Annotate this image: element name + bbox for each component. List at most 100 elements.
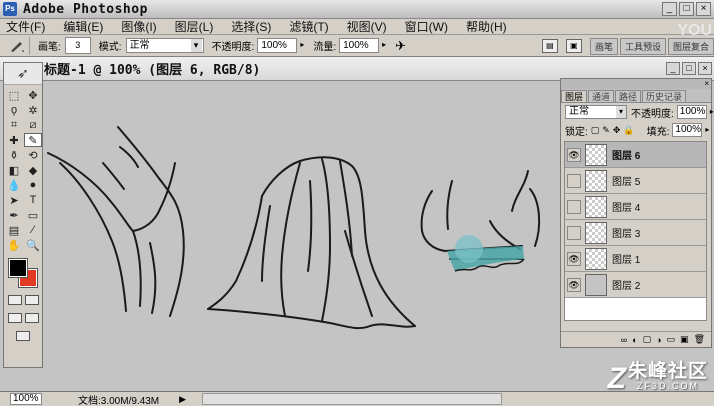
- opacity-field[interactable]: 100% ▸: [257, 38, 304, 53]
- watermark-text: 朱峰社区 ZF3D.COM: [627, 361, 708, 393]
- foreground-color-swatch[interactable]: [8, 258, 28, 278]
- file-browser-icon[interactable]: ▤: [541, 39, 558, 53]
- menu-view[interactable]: 视图(V): [347, 18, 387, 35]
- blur-icon[interactable]: 💧: [5, 178, 23, 192]
- menu-edit[interactable]: 编辑(E): [63, 18, 103, 35]
- menu-help[interactable]: 帮助(H): [466, 18, 507, 35]
- layer-name: 图层 3: [612, 229, 641, 240]
- well-tab-tool-presets[interactable]: 工具预设: [619, 37, 666, 55]
- watermark-name: 朱峰社区: [627, 361, 708, 382]
- quick-mask-icon[interactable]: [24, 295, 39, 305]
- layer-opacity-field[interactable]: 100% ▸: [676, 105, 714, 119]
- link-layers-icon[interactable]: ∞: [621, 335, 627, 345]
- stamp-icon[interactable]: ⚱: [5, 148, 23, 162]
- eye-hidden-icon[interactable]: [567, 225, 581, 240]
- lasso-icon[interactable]: ϙ: [5, 103, 23, 117]
- flow-slider-arrow-icon[interactable]: ▸: [379, 38, 389, 53]
- new-group-icon[interactable]: ▭: [667, 334, 676, 345]
- layer-row[interactable]: 图层 4: [565, 194, 706, 220]
- path-select-icon[interactable]: ➤: [5, 193, 23, 207]
- new-layer-icon[interactable]: ▣: [680, 334, 689, 345]
- notes-icon[interactable]: ▤: [5, 223, 23, 237]
- trash-icon[interactable]: 🗑: [694, 334, 705, 345]
- menu-window[interactable]: 窗口(W): [405, 18, 448, 35]
- eye-icon[interactable]: 👁: [567, 277, 581, 292]
- screen-mode-buttons: [4, 309, 42, 327]
- marquee-icon[interactable]: ⬚: [5, 88, 23, 102]
- jump-to-imageready-icon[interactable]: [16, 331, 30, 341]
- layer-opacity-arrow-icon[interactable]: ▸: [710, 106, 714, 118]
- fill-field[interactable]: 100% ▸: [672, 123, 709, 137]
- minimize-button[interactable]: _: [662, 2, 677, 16]
- slice-icon[interactable]: ⧄: [24, 118, 42, 132]
- mode-select[interactable]: 正常: [125, 38, 204, 53]
- status-menu-arrow-icon[interactable]: ▶: [179, 394, 186, 405]
- layer-blend-mode-select[interactable]: 正常: [565, 105, 627, 119]
- opacity-slider-arrow-icon[interactable]: ▸: [297, 38, 307, 53]
- horizontal-scrollbar[interactable]: [202, 393, 503, 405]
- close-button[interactable]: ×: [696, 2, 711, 16]
- standard-mode-icon[interactable]: [7, 295, 22, 305]
- layer-thumbnail: [585, 273, 607, 296]
- layer-row[interactable]: 图层 3: [565, 220, 706, 246]
- eye-icon[interactable]: 👁: [567, 251, 581, 266]
- zoom-level-field[interactable]: 100%: [10, 393, 42, 405]
- mode-label: 模式:: [98, 42, 122, 53]
- tab-history[interactable]: 历史记录: [642, 90, 687, 102]
- tab-layers[interactable]: 图层: [561, 90, 588, 102]
- eye-hidden-icon[interactable]: [567, 173, 581, 188]
- doc-minimize-button[interactable]: _: [666, 62, 680, 75]
- lock-transparency-icon[interactable]: ▢: [591, 125, 600, 136]
- tool-preset-picker[interactable]: [4, 36, 30, 55]
- zoom-icon[interactable]: 🔍: [24, 238, 42, 252]
- flow-field[interactable]: 100% ▸: [339, 38, 386, 53]
- pen-icon[interactable]: ✒: [5, 208, 23, 222]
- doc-maximize-button[interactable]: □: [682, 62, 696, 75]
- brush-size-picker[interactable]: 3: [64, 37, 91, 54]
- menu-filter[interactable]: 滤镜(T): [289, 18, 328, 35]
- healing-icon[interactable]: ✚: [5, 133, 23, 147]
- palette-toggle-icon[interactable]: ▣: [565, 39, 582, 53]
- magic-wand-icon[interactable]: ✲: [24, 103, 42, 117]
- fill-arrow-icon[interactable]: ▸: [705, 124, 709, 136]
- screen-mode-full-icon[interactable]: [24, 313, 39, 323]
- tab-paths[interactable]: 路径: [615, 90, 642, 102]
- eye-hidden-icon[interactable]: [567, 199, 581, 214]
- well-tab-layer-comps[interactable]: 图层复合: [667, 37, 714, 55]
- menu-layer[interactable]: 图层(L): [175, 18, 214, 35]
- type-icon[interactable]: T: [24, 193, 42, 207]
- lock-pixels-icon[interactable]: ✎: [602, 125, 610, 136]
- move-icon[interactable]: ✥: [24, 88, 42, 102]
- adjustment-layer-icon[interactable]: ◑: [656, 335, 661, 345]
- layer-row[interactable]: 👁 图层 6: [565, 142, 706, 168]
- shape-icon[interactable]: ▭: [24, 208, 42, 222]
- layer-style-icon[interactable]: ◐: [632, 335, 637, 345]
- hand-icon[interactable]: ✋: [5, 238, 23, 252]
- doc-close-button[interactable]: ×: [698, 62, 712, 75]
- menu-select[interactable]: 选择(S): [231, 18, 271, 35]
- eraser-icon[interactable]: ◧: [5, 163, 23, 177]
- layer-row[interactable]: 👁 图层 1: [565, 246, 706, 272]
- well-tab-brushes[interactable]: 画笔: [589, 37, 618, 55]
- bucket-icon[interactable]: ◆: [24, 163, 42, 177]
- crop-icon[interactable]: ⌗: [5, 118, 23, 132]
- eyedropper-icon[interactable]: ⁄: [24, 223, 42, 237]
- tab-channels[interactable]: 通道: [588, 90, 615, 102]
- screen-mode-standard-icon[interactable]: [7, 313, 22, 323]
- menu-file[interactable]: 文件(F): [6, 18, 45, 35]
- history-brush-icon[interactable]: ⟲: [24, 148, 42, 162]
- add-mask-icon[interactable]: ▢: [643, 334, 652, 345]
- airbrush-icon[interactable]: ✈: [395, 38, 406, 54]
- dodge-icon[interactable]: ●: [24, 178, 42, 192]
- brush-icon[interactable]: ✎: [24, 133, 42, 147]
- layer-thumbnail: [585, 195, 607, 218]
- window-title: Adobe Photoshop: [23, 1, 148, 17]
- lock-position-icon[interactable]: ✥: [613, 125, 621, 136]
- layer-row[interactable]: 👁 图层 2: [565, 272, 706, 298]
- layer-row[interactable]: 图层 5: [565, 168, 706, 194]
- maximize-button[interactable]: □: [679, 2, 694, 16]
- panel-close-icon[interactable]: ×: [704, 79, 709, 88]
- eye-icon[interactable]: 👁: [567, 147, 581, 162]
- lock-all-icon[interactable]: 🔒: [623, 125, 634, 136]
- menu-image[interactable]: 图像(I): [121, 18, 156, 35]
